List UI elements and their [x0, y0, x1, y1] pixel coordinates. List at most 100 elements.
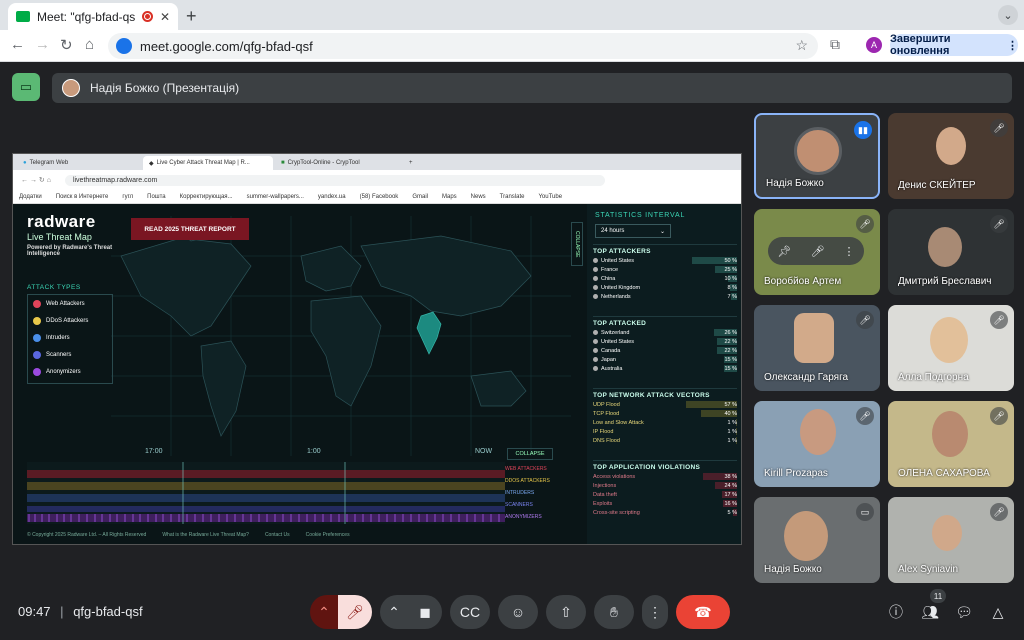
- present-button[interactable]: ⇧: [546, 595, 586, 629]
- attack-type-item[interactable]: Anonymizers: [28, 363, 112, 380]
- tab-search-chevron-icon[interactable]: ⌄: [998, 5, 1018, 25]
- stats-row-name: Access violations: [593, 473, 636, 480]
- home-icon[interactable]: ⌂: [85, 36, 94, 53]
- tab-strip: Meet: "qfg-bfad-qsf" ✕ + ⌄: [0, 0, 1024, 30]
- stats-section: TOP APPLICATION VIOLATIONS Access violati…: [593, 460, 737, 517]
- emoji-button[interactable]: ☺: [498, 595, 538, 629]
- participant-tile[interactable]: 🎤︎ Олександр Гаряга: [754, 305, 880, 391]
- north-america-shape: [120, 237, 252, 337]
- people-icon[interactable]: 👥︎: [918, 600, 942, 624]
- stats-row-value: 38 %: [724, 473, 737, 480]
- participant-tile[interactable]: 🎤︎ Алла Подгорна: [888, 305, 1014, 391]
- participant-tile[interactable]: 🎤︎ Денис СКЕЙТЕР: [888, 113, 1014, 199]
- camera-button[interactable]: ◼: [408, 595, 442, 629]
- attack-type-item[interactable]: Scanners: [28, 346, 112, 363]
- stats-row-value: 26 %: [724, 329, 737, 336]
- meeting-details-icon[interactable]: ⓘ: [884, 600, 908, 624]
- participant-name: Воробйов Артем: [764, 276, 842, 287]
- more-vert-icon[interactable]: ⋮: [843, 245, 854, 258]
- stats-section-title: TOP APPLICATION VIOLATIONS: [593, 460, 737, 472]
- asia-shape: [360, 235, 532, 317]
- telegram-icon: ●: [23, 160, 27, 166]
- bookmark: YouTube: [538, 193, 563, 200]
- stats-row-name: United States: [601, 257, 635, 264]
- stats-row-name: Data theft: [593, 491, 617, 498]
- participant-tile[interactable]: 🎤︎ ОЛЕНА САХАРОВА: [888, 401, 1014, 487]
- timeline-collapse-button[interactable]: COLLAPSE: [507, 448, 553, 460]
- page-footer: © Copyright 2025 Radware Ltd. – All Righ…: [27, 532, 350, 538]
- bookmark-star-icon[interactable]: ☆: [795, 37, 808, 54]
- more-options-button[interactable]: ⋮: [642, 595, 668, 629]
- mic-off-icon: 🎤︎: [990, 311, 1008, 329]
- mic-off-icon: 🎤︎: [856, 407, 874, 425]
- attack-type-item[interactable]: DDoS Attackers: [28, 312, 112, 329]
- stats-row-value: 25 %: [724, 266, 737, 273]
- mic-off-button[interactable]: 🎤︎: [338, 595, 372, 629]
- interval-value: 24 hours: [601, 228, 625, 234]
- browser-tab-title: Meet: "qfg-bfad-qsf": [37, 9, 135, 24]
- reload-icon[interactable]: ↻: [60, 36, 73, 54]
- profile-avatar[interactable]: A: [866, 37, 882, 53]
- mic-off-icon: 🎤︎: [990, 119, 1008, 137]
- update-button[interactable]: Завершити оновлення ⋮: [890, 33, 1018, 57]
- address-bar[interactable]: meet.google.com/qfg-bfad-qsf ☆: [108, 33, 818, 59]
- participant-video: [932, 515, 962, 551]
- captions-button[interactable]: CC: [450, 595, 490, 629]
- bookmark: summer-wallpapers...: [246, 193, 304, 200]
- collapse-stats-button[interactable]: COLLAPSE: [571, 222, 583, 266]
- stats-section-title: TOP NETWORK ATTACK VECTORS: [593, 388, 737, 400]
- video-options-chevron-icon[interactable]: ⌃: [380, 595, 408, 629]
- chat-icon[interactable]: 💬︎: [952, 600, 976, 624]
- participant-tile[interactable]: 🎤︎ Kirill Prozapas: [754, 401, 880, 487]
- interval-select[interactable]: 24 hours ⌄: [595, 224, 671, 238]
- footer-text: © Copyright 2025 Radware Ltd. – All Righ…: [27, 532, 147, 538]
- raise-hand-button[interactable]: ✋︎: [594, 595, 634, 629]
- stats-row-value: 24 %: [724, 482, 737, 489]
- participant-tile[interactable]: 🎤︎ Alex Syniavin: [888, 497, 1014, 583]
- close-tab-icon[interactable]: ✕: [160, 10, 170, 24]
- audio-options-chevron-icon[interactable]: ⌃: [310, 595, 338, 629]
- participant-name: Надія Божко: [766, 178, 824, 189]
- browser-tab-meet[interactable]: Meet: "qfg-bfad-qsf" ✕: [8, 3, 178, 30]
- mute-icon[interactable]: 🎤︎: [810, 245, 824, 258]
- stats-row: Netherlands 7 %: [593, 292, 737, 301]
- attack-type-label: Intruders: [46, 334, 70, 341]
- participant-tile[interactable]: ▭ Надія Божко: [754, 497, 880, 583]
- stats-row: Low and Slow Attack 1 %: [593, 418, 737, 427]
- participant-name: Дмитрий Бреславич: [898, 276, 992, 287]
- shared-tab-label: Live Cyber Attack Threat Map | R...: [156, 160, 250, 166]
- participant-tile[interactable]: ▮▮ Надія Божко: [754, 113, 880, 199]
- report-button[interactable]: READ 2025 THREAT REPORT: [131, 218, 249, 240]
- attack-type-label: Scanners: [46, 351, 72, 358]
- presenter-bar: Надія Божко (Презентація): [52, 73, 1012, 103]
- site-info-icon[interactable]: [116, 38, 132, 54]
- timeline-band-anonymizers: [27, 514, 505, 522]
- participant-tile[interactable]: 🎤︎ Дмитрий Бреславич: [888, 209, 1014, 295]
- participant-tile[interactable]: 📌︎ 🎤︎ ⋮ 🎤︎ Воробйов Артем: [754, 209, 880, 295]
- participant-name: Олександр Гаряга: [764, 372, 849, 383]
- participant-name: Денис СКЕЙТЕР: [898, 180, 976, 191]
- extensions-icon[interactable]: ⧉: [830, 36, 840, 53]
- new-tab-button[interactable]: +: [186, 6, 197, 27]
- radware-logo[interactable]: radware Live Threat Map Powered by Radwa…: [27, 212, 119, 257]
- stats-section-title: TOP ATTACKERS: [593, 244, 737, 256]
- stats-row-name: IP Flood: [593, 428, 614, 435]
- stats-row-name: Australia: [601, 365, 623, 372]
- attack-timeline: [27, 462, 505, 524]
- attack-type-item[interactable]: Web Attackers: [28, 295, 112, 312]
- activities-icon[interactable]: △: [986, 600, 1010, 624]
- threat-map-page: radware Live Threat Map Powered by Radwa…: [13, 204, 741, 544]
- back-icon[interactable]: ←: [10, 36, 25, 53]
- stats-row-value: 16 %: [724, 500, 737, 507]
- stats-section: TOP NETWORK ATTACK VECTORS UDP Flood 57 % T…: [593, 388, 737, 445]
- attack-type-item[interactable]: Intruders: [28, 329, 112, 346]
- leave-call-button[interactable]: ☎︎: [676, 595, 730, 629]
- forward-icon[interactable]: →: [35, 36, 50, 53]
- presenter-label: Надія Божко (Презентація): [90, 81, 240, 95]
- pin-icon[interactable]: 📌︎: [778, 245, 792, 258]
- timeline-band-web: [27, 470, 505, 478]
- bookmark: гугл: [122, 193, 134, 200]
- footer-link: Contact Us: [264, 532, 290, 538]
- presentation-layout-icon[interactable]: ▭: [12, 73, 40, 101]
- participant-avatar: [794, 127, 842, 175]
